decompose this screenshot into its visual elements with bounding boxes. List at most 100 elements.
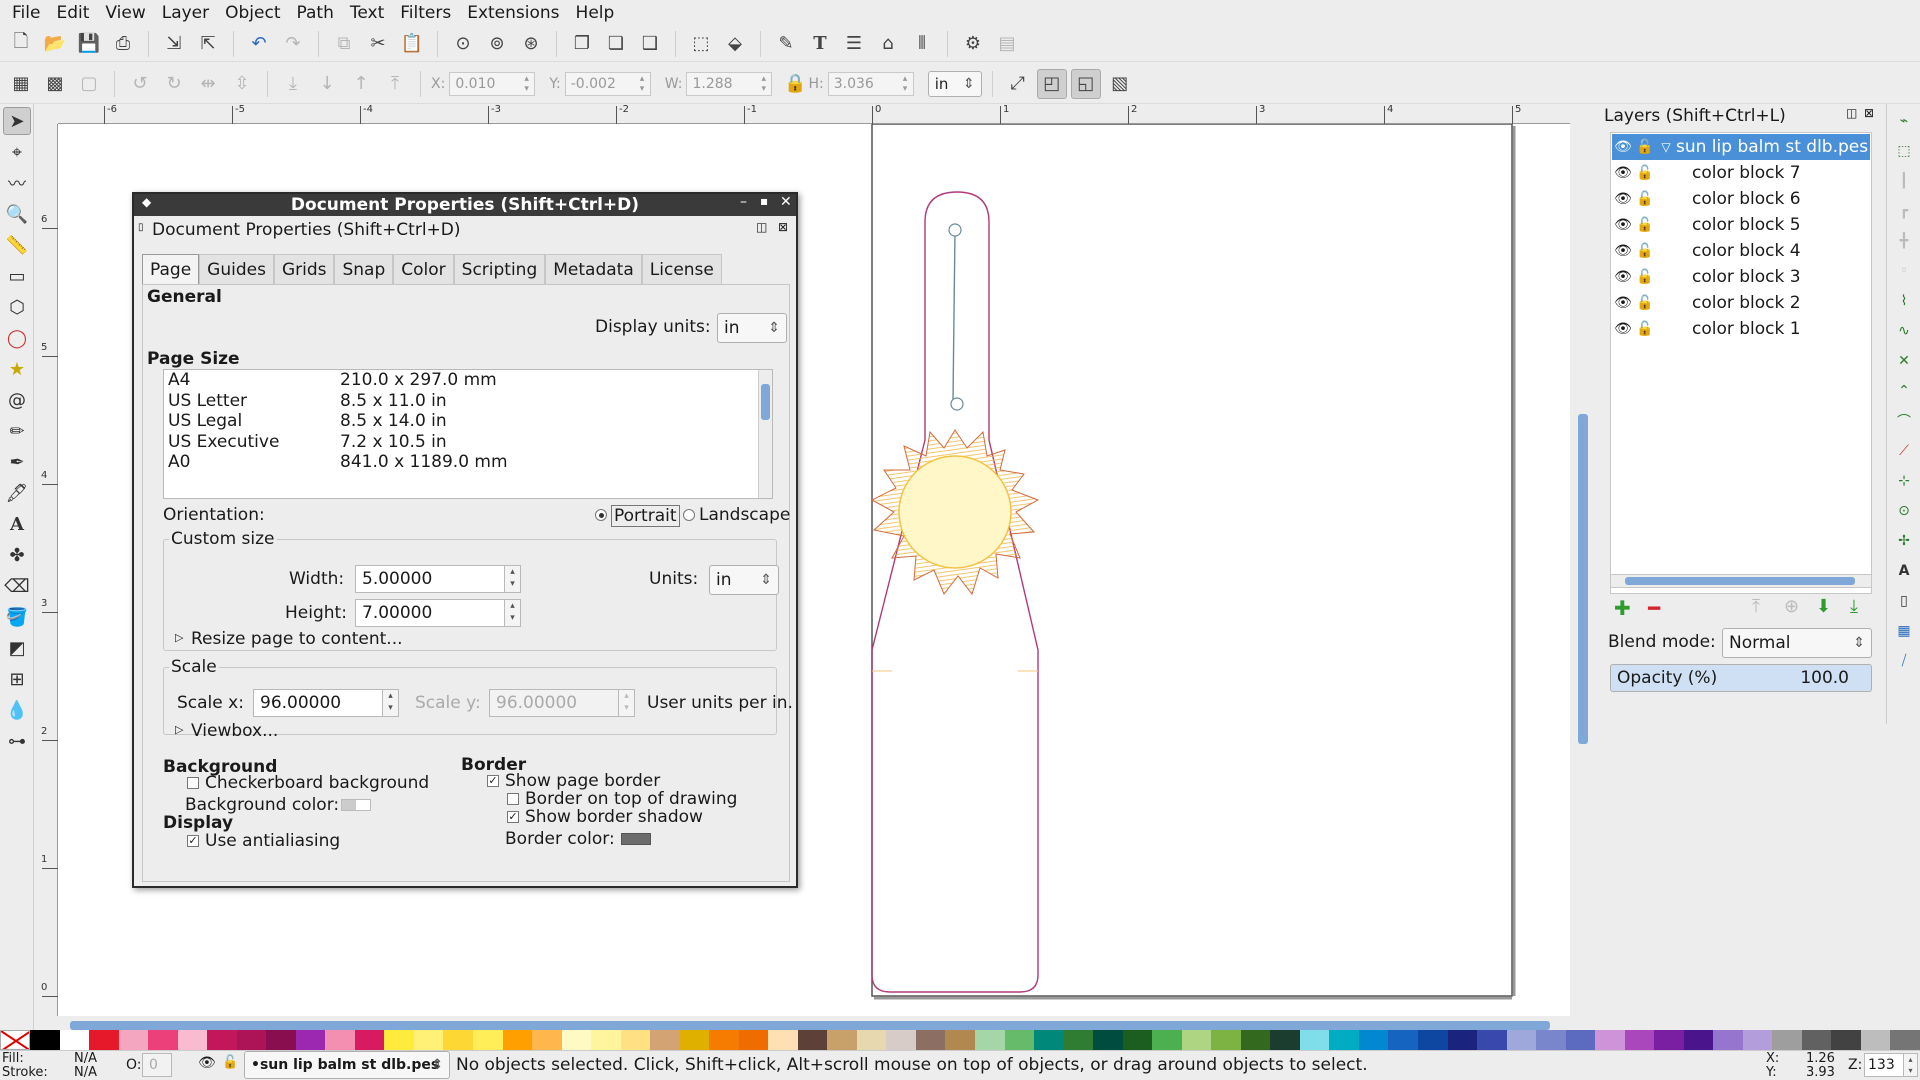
zoom-tool-icon[interactable]: 🔍 <box>3 200 31 228</box>
checkerboard-checkbox[interactable] <box>187 777 199 789</box>
ungroup-icon[interactable]: ⬙ <box>720 29 750 59</box>
panel-dock-icon[interactable]: ◫ <box>756 220 767 234</box>
color-swatch[interactable] <box>1831 1030 1861 1050</box>
eye-icon[interactable]: 👁 <box>1612 321 1634 337</box>
current-layer-select[interactable]: •sun lip balm st dlb.pes <box>244 1051 450 1079</box>
color-swatch[interactable] <box>266 1030 296 1050</box>
width-input[interactable]: 5.00000 <box>355 565 505 593</box>
add-layer-icon[interactable]: ✚ <box>1614 596 1631 620</box>
lock-icon[interactable]: 🔓 <box>1634 191 1656 207</box>
color-swatch[interactable] <box>30 1030 60 1050</box>
measure-tool-icon[interactable]: 📏 <box>3 231 31 259</box>
x-field[interactable]: X: 0.010 <box>431 71 536 96</box>
zoom-stepper[interactable]: ▴ ▾ <box>1904 1053 1918 1077</box>
star-tool-icon[interactable]: ★ <box>3 355 31 383</box>
color-swatch[interactable] <box>148 1030 178 1050</box>
color-swatch[interactable] <box>1034 1030 1064 1050</box>
raise-top-layer-icon[interactable]: ⤒ <box>1752 596 1760 617</box>
flip-vertical-icon[interactable]: ⇳ <box>227 69 257 99</box>
background-color-swatch[interactable] <box>341 799 371 811</box>
snap-center-icon[interactable]: ⊙ <box>1891 498 1917 524</box>
lock-icon[interactable]: 🔓 <box>1634 295 1656 311</box>
snap-rotation-center-icon[interactable]: ✢ <box>1891 528 1917 554</box>
antialiasing-checkbox[interactable]: ✓ <box>187 835 199 847</box>
color-swatch[interactable] <box>1270 1030 1300 1050</box>
lock-icon[interactable]: 🔓 <box>1634 243 1656 259</box>
layer-item[interactable]: 👁 🔓 color block 5 <box>1612 212 1870 238</box>
raise-top-icon[interactable]: ⤒ <box>380 69 410 99</box>
color-swatch[interactable] <box>295 1030 326 1050</box>
snap-bbox-midpoint-icon[interactable]: ╋ <box>1891 228 1917 254</box>
layer-root[interactable]: 👁 🔓 ▽ sun lip balm st dlb.pes <box>1612 134 1870 160</box>
color-swatch[interactable] <box>502 1030 533 1050</box>
color-swatch[interactable] <box>1122 1030 1153 1050</box>
layer-item[interactable]: 👁 🔓 color block 1 <box>1612 316 1870 342</box>
color-swatch[interactable] <box>1004 1030 1035 1050</box>
color-swatch[interactable] <box>354 1030 385 1050</box>
lock-icon[interactable]: 🔓 <box>1634 321 1656 337</box>
color-swatch[interactable] <box>768 1030 798 1050</box>
lock-icon[interactable]: 🔓 <box>1634 217 1656 233</box>
pen-tool-icon[interactable]: ✒ <box>3 448 31 476</box>
tweak-tool-icon[interactable]: 〰 <box>3 169 31 197</box>
color-swatch[interactable] <box>207 1030 237 1050</box>
border-color-swatch[interactable] <box>621 833 651 845</box>
gradient-tool-icon[interactable]: ◩ <box>3 634 31 662</box>
color-swatch[interactable] <box>1152 1030 1182 1050</box>
landscape-label[interactable]: Landscape <box>699 505 790 525</box>
import-icon[interactable]: ⇲ <box>159 29 189 59</box>
minimize-icon[interactable]: – <box>740 194 747 210</box>
eye-icon[interactable]: 👁 <box>1612 217 1634 233</box>
scale-stroke-icon[interactable]: ⤢ <box>1003 69 1033 99</box>
lock-icon[interactable]: 🔓 <box>1634 139 1656 155</box>
zoom-input[interactable]: 133 <box>1864 1053 1904 1077</box>
snap-page-border-icon[interactable]: ▯ <box>1891 588 1917 614</box>
xml-editor-icon[interactable]: ⌂ <box>873 29 903 59</box>
color-swatch[interactable] <box>1595 1030 1625 1050</box>
eye-icon[interactable]: 👁 <box>1612 269 1634 285</box>
color-swatch[interactable] <box>177 1030 208 1050</box>
print-icon[interactable]: ⎙ <box>108 29 138 59</box>
color-swatch[interactable] <box>1093 1030 1123 1050</box>
border-shadow-checkbox[interactable]: ✓ <box>507 811 519 823</box>
color-swatch[interactable] <box>443 1030 473 1050</box>
color-swatch[interactable] <box>1417 1030 1448 1050</box>
height-stepper[interactable]: ▴ ▾ <box>505 599 521 627</box>
export-icon[interactable]: ⇱ <box>193 29 223 59</box>
layers-hscroll[interactable] <box>1610 574 1872 588</box>
portrait-radio[interactable] <box>595 509 607 521</box>
lower-bottom-layer-icon[interactable]: ⤓ <box>1850 596 1858 617</box>
eye-icon[interactable]: 👁 <box>1612 191 1634 207</box>
viewbox-expander[interactable]: Viewbox... <box>191 721 278 741</box>
color-swatch[interactable] <box>384 1030 414 1050</box>
show-border-checkbox[interactable]: ✓ <box>487 775 499 787</box>
paste-icon[interactable]: 📋 <box>397 29 427 59</box>
menu-help[interactable]: Help <box>568 0 623 26</box>
snap-enable-icon[interactable]: ⌁ <box>1891 108 1917 134</box>
menu-view[interactable]: View <box>97 0 153 26</box>
scale-y-stepper[interactable]: ▴ ▾ <box>619 689 635 717</box>
viewbox-expander-icon[interactable]: ▷ <box>175 723 183 736</box>
eraser-tool-icon[interactable]: ⌫ <box>3 572 31 600</box>
lock-icon[interactable]: 🔓 <box>1634 269 1656 285</box>
menu-extensions[interactable]: Extensions <box>459 0 567 26</box>
w-input[interactable]: 1.288 <box>686 71 773 96</box>
color-swatch[interactable] <box>738 1030 769 1050</box>
color-swatch[interactable] <box>59 1030 90 1050</box>
menu-object[interactable]: Object <box>217 0 288 26</box>
snap-text-baseline-icon[interactable]: A <box>1891 558 1917 584</box>
color-swatch[interactable] <box>1683 1030 1714 1050</box>
snap-paths-icon[interactable]: ∿ <box>1891 318 1917 344</box>
open-icon[interactable]: 📂 <box>40 29 70 59</box>
layer-item[interactable]: 👁 🔓 color block 7 <box>1612 160 1870 186</box>
page-size-row[interactable]: A4 210.0 x 297.0 mm <box>164 370 758 390</box>
color-swatch[interactable] <box>1329 1030 1359 1050</box>
menu-path[interactable]: Path <box>289 0 342 26</box>
flip-horizontal-icon[interactable]: ⇹ <box>193 69 223 99</box>
color-swatch[interactable] <box>1713 1030 1743 1050</box>
lock-ratio-icon[interactable]: 🔒 <box>784 69 806 99</box>
w-field[interactable]: W: 1.288 <box>665 71 773 96</box>
snap-nodes-icon[interactable]: ⌇ <box>1891 288 1917 314</box>
maximize-icon[interactable]: ▪ <box>760 194 768 208</box>
copy-icon[interactable]: ⧉ <box>329 29 359 59</box>
